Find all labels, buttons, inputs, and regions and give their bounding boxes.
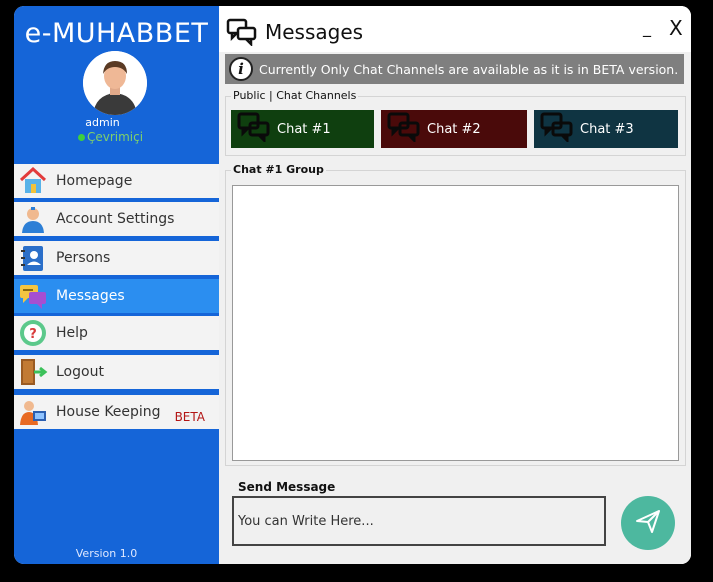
chat-bubbles-outline-icon xyxy=(226,18,258,50)
sidebar-item-logout[interactable]: Logout xyxy=(14,355,219,389)
online-status: Çevrimiçi xyxy=(14,130,207,144)
beta-badge: BETA xyxy=(174,410,205,424)
chat-channel-label: Chat #1 xyxy=(277,121,331,137)
sidebar-item-label: House Keeping xyxy=(56,404,161,420)
send-message-label: Send Message xyxy=(238,480,336,494)
sidebar: e-MUHABBET admin Çevrimiçi Homepage Acco… xyxy=(14,6,219,564)
chat-channel-1-button[interactable]: Chat #1 xyxy=(231,110,374,148)
status-text: Çevrimiçi xyxy=(86,130,144,144)
title-bar: Messages _ X xyxy=(219,6,691,52)
chat-channel-icon xyxy=(387,112,421,146)
chat-channel-label: Chat #3 xyxy=(580,121,634,137)
chat-channel-icon xyxy=(237,112,271,146)
chat-channel-label: Chat #2 xyxy=(427,121,481,137)
chat-channel-3-button[interactable]: Chat #3 xyxy=(534,110,678,148)
app-window: e-MUHABBET admin Çevrimiçi Homepage Acco… xyxy=(14,6,691,564)
chat-group-title: Chat #1 Group xyxy=(231,163,326,176)
sidebar-item-label: Messages xyxy=(56,288,125,304)
sidebar-item-persons[interactable]: Persons xyxy=(14,241,219,275)
chat-bubbles-icon xyxy=(16,280,50,312)
home-icon xyxy=(16,165,50,197)
version-label: Version 1.0 xyxy=(75,547,138,560)
svg-text:?: ? xyxy=(29,327,37,342)
beta-notice-banner: i Currently Only Chat Channels are avail… xyxy=(225,54,684,84)
status-dot-icon xyxy=(77,134,85,141)
content-area: i Currently Only Chat Channels are avail… xyxy=(219,52,691,564)
sidebar-item-homepage[interactable]: Homepage xyxy=(14,164,219,198)
send-paper-plane-icon xyxy=(634,507,662,539)
page-title: Messages xyxy=(265,20,364,44)
chat-group-panel: Chat #1 Group xyxy=(225,163,686,466)
sidebar-item-label: Persons xyxy=(56,250,111,266)
minimize-button[interactable]: _ xyxy=(643,18,651,37)
sidebar-item-label: Logout xyxy=(56,364,104,380)
main-panel: Messages _ X i Currently Only Chat Chann… xyxy=(219,6,691,564)
user-settings-icon xyxy=(16,203,50,235)
help-icon: ? xyxy=(16,317,50,349)
notice-text: Currently Only Chat Channels are availab… xyxy=(259,61,679,77)
logout-door-icon xyxy=(16,356,50,388)
housekeeping-icon xyxy=(16,396,50,428)
sidebar-item-help[interactable]: ? Help xyxy=(14,316,219,350)
sidebar-item-label: Help xyxy=(56,325,88,341)
public-chat-channels-group: Public | Chat Channels Chat #1 Chat #2 C… xyxy=(225,89,686,156)
sidebar-item-label: Account Settings xyxy=(56,211,175,227)
chat-message-area[interactable] xyxy=(232,185,679,461)
sidebar-item-house-keeping[interactable]: House Keeping BETA xyxy=(14,395,219,429)
message-input[interactable] xyxy=(232,496,606,546)
brand-logo: e-MUHABBET xyxy=(24,18,209,49)
chat-channel-icon xyxy=(540,112,574,146)
sidebar-item-label: Homepage xyxy=(56,173,133,189)
username: admin xyxy=(85,116,120,129)
sidebar-item-messages[interactable]: Messages xyxy=(14,279,219,313)
close-button[interactable]: X xyxy=(669,16,683,40)
group-label: Public | Chat Channels xyxy=(231,89,359,102)
chat-channel-2-button[interactable]: Chat #2 xyxy=(381,110,527,148)
contacts-book-icon xyxy=(16,242,50,274)
avatar xyxy=(83,51,147,115)
info-icon: i xyxy=(229,57,253,81)
send-button[interactable] xyxy=(621,496,675,550)
sidebar-item-account-settings[interactable]: Account Settings xyxy=(14,202,219,236)
